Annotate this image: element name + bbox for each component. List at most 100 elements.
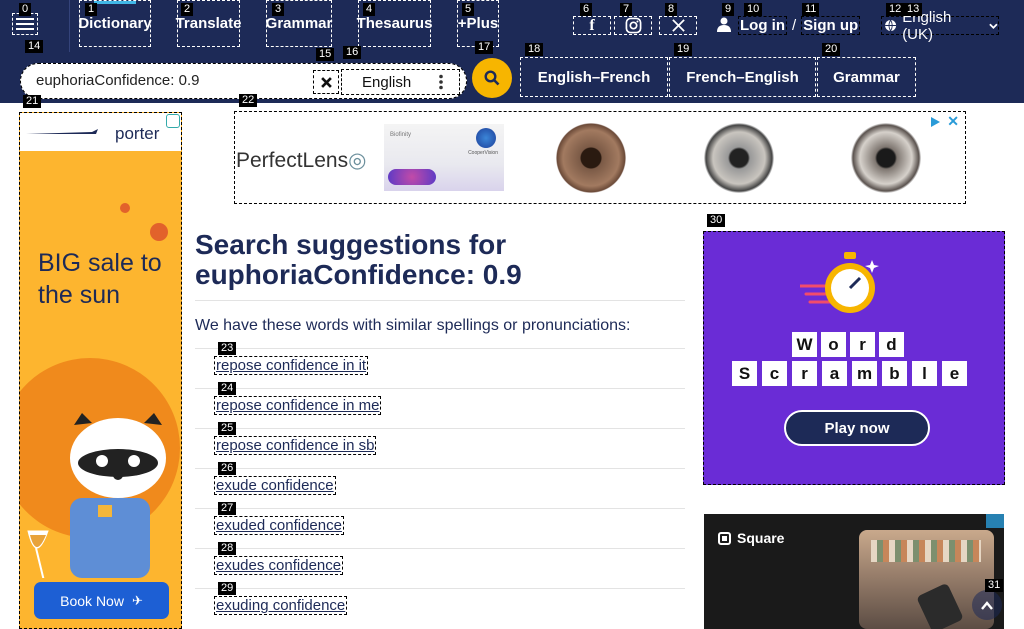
suggestion-link[interactable]: exuding confidence (214, 596, 348, 615)
tile-row-word: W o r d (792, 332, 904, 357)
plane-icon (26, 129, 98, 134)
letter-tile: l (912, 361, 937, 386)
element-tag: 22 (239, 94, 258, 107)
element-tag: 0 (19, 3, 32, 16)
product-text: Biofinity (390, 132, 412, 138)
card-reader (916, 582, 964, 629)
element-tag: 17 (475, 41, 494, 54)
search-icon (484, 70, 500, 86)
element-tag: 15 (316, 48, 335, 61)
search-results: Search suggestions for euphoriaConfidenc… (195, 230, 685, 628)
dictionary-language-select[interactable]: English (341, 69, 460, 95)
list-item: exuding confidence (195, 588, 685, 628)
letter-tile: W (792, 332, 817, 357)
element-tag: 9 (722, 3, 735, 16)
suggestions-intro: We have these words with similar spellin… (195, 317, 631, 334)
suggestion-link[interactable]: exude confidence (214, 476, 336, 495)
close-ad-icon[interactable]: ✕ (947, 113, 959, 130)
top-advert[interactable]: PerfectLens◎ Biofinity CooperVision ✕ (234, 111, 966, 204)
word-scramble-advert[interactable]: W o r d S c r a m b l e Play now (703, 231, 1005, 485)
close-icon (320, 76, 332, 88)
square-advert[interactable]: Square (704, 514, 1004, 629)
play-now-button[interactable]: Play now (784, 410, 930, 446)
list-item: exude confidence (195, 468, 685, 508)
clear-search-button[interactable] (313, 70, 339, 94)
adchoices-icon[interactable] (166, 114, 180, 128)
decor-dot (120, 203, 130, 213)
user-icon (717, 17, 731, 32)
square-logo-icon (718, 531, 731, 545)
letter-tile: d (879, 332, 904, 357)
nav-divider (69, 0, 70, 52)
menu-icon[interactable] (12, 13, 38, 35)
letter-tile: S (732, 361, 757, 386)
element-tag: 2 (181, 3, 194, 16)
product-text: CooperVision (468, 150, 498, 156)
quicklink-english-french[interactable]: English–French (520, 57, 668, 97)
left-advert[interactable]: porter BIG sale to the sun Book Now ✈ (19, 112, 182, 629)
nav-item-label: Grammar (265, 15, 333, 32)
letter-tile: c (762, 361, 787, 386)
suggestion-link[interactable]: repose confidence in me (214, 396, 382, 415)
x-icon (671, 19, 685, 32)
element-tag: 27 (218, 502, 237, 515)
suggestion-link[interactable]: repose confidence in sb (214, 436, 377, 455)
contact-lens-gray (704, 123, 774, 193)
login-link[interactable]: Log in (738, 16, 787, 35)
back-to-top-button[interactable] (972, 590, 1002, 620)
instagram-link[interactable] (614, 16, 652, 35)
globe-icon (885, 19, 897, 32)
nav-item-label: +Plus (457, 15, 499, 32)
list-item: exudes confidence (195, 548, 685, 588)
more-options-icon (439, 74, 443, 90)
element-tag: 14 (25, 40, 44, 53)
suggestion-link[interactable]: exuded confidence (214, 516, 344, 535)
ad-brand: PerfectLens◎ (236, 149, 367, 172)
quicklink-grammar[interactable]: Grammar (817, 57, 916, 97)
adchoices-icon[interactable] (929, 115, 941, 127)
suggestion-link[interactable]: exudes confidence (214, 556, 344, 575)
nav-item-label: Dictionary (78, 15, 152, 32)
x-link[interactable] (659, 16, 697, 35)
quicklink-french-english[interactable]: French–English (669, 57, 816, 97)
element-tag: 23 (218, 342, 237, 355)
list-item: repose confidence in it (195, 348, 685, 388)
element-tag: 28 (218, 542, 237, 555)
ad-brand: Square (718, 530, 784, 546)
site-language-selector[interactable]: English (UK) (881, 9, 999, 43)
element-tag: 19 (674, 43, 693, 56)
search-input[interactable] (36, 72, 316, 89)
search-bar: English 14 15 16 17 English–French 18 Fr… (0, 40, 1024, 103)
element-tag: 6 (580, 3, 593, 16)
book-now-button[interactable]: Book Now ✈ (34, 582, 169, 619)
list-item: exuded confidence (195, 508, 685, 548)
list-item: repose confidence in sb (195, 428, 685, 468)
plane-icon: ✈ (131, 592, 143, 608)
letter-tile: e (942, 361, 967, 386)
book-now-label: Book Now (60, 592, 124, 609)
search-button[interactable] (472, 58, 512, 98)
letter-tile: a (822, 361, 847, 386)
instagram-icon (625, 17, 641, 34)
product-flowers (388, 169, 436, 185)
nav-item-label: Translate (175, 15, 242, 32)
element-tag: 16 (343, 46, 362, 59)
element-tag: 11 (802, 3, 820, 16)
adchoices-icon[interactable] (986, 514, 1004, 528)
quicklink-label: English–French (537, 68, 651, 86)
letter-tile: b (882, 361, 907, 386)
element-tag: 18 (525, 43, 544, 56)
contact-lens-hazel (851, 123, 921, 193)
element-tag: 12 (886, 3, 905, 16)
auth-links: Log in / Sign up (738, 16, 861, 35)
facebook-link[interactable]: f (573, 16, 611, 35)
facebook-icon: f (589, 16, 595, 34)
suggestion-link[interactable]: repose confidence in it (214, 356, 369, 375)
element-tag: 29 (218, 582, 237, 595)
element-tag: 30 (707, 214, 726, 227)
product-logo (476, 128, 496, 148)
signup-link[interactable]: Sign up (801, 16, 861, 35)
letter-tile: o (821, 332, 846, 357)
stopwatch-icon (800, 252, 879, 313)
search-query: euphoriaConfidence: 0.9 (195, 259, 522, 290)
